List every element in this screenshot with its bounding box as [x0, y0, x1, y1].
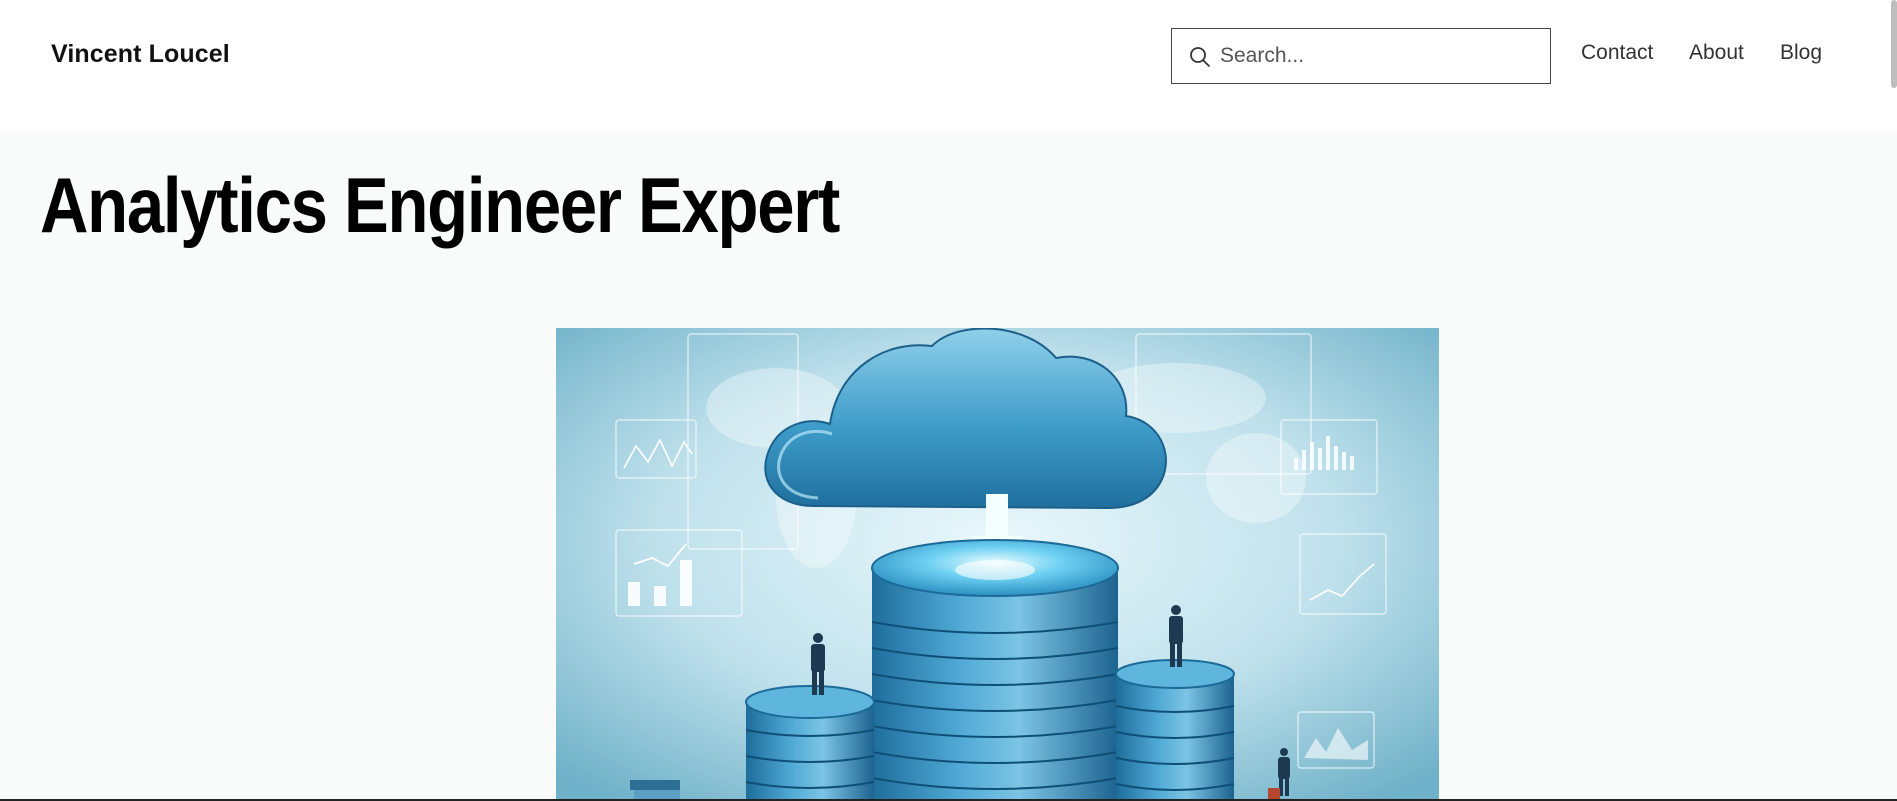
site-header: Vincent Loucel Contact About Blog — [0, 0, 1897, 131]
search-icon[interactable] — [1188, 45, 1212, 69]
central-database-stack — [871, 539, 1119, 801]
page-title: Analytics Engineer Expert — [40, 161, 840, 249]
hero-image — [556, 328, 1439, 801]
search-input[interactable] — [1220, 29, 1540, 82]
books-icon — [630, 780, 680, 800]
scrollbar-thumb[interactable] — [1891, 0, 1897, 88]
nav-about-link[interactable]: About — [1689, 41, 1744, 65]
nav-blog-link[interactable]: Blog — [1780, 41, 1822, 65]
cloud-database-illustration — [556, 328, 1439, 801]
search-box[interactable] — [1171, 28, 1551, 84]
right-database-stack — [1115, 659, 1235, 801]
site-brand[interactable]: Vincent Loucel — [51, 40, 230, 69]
left-database-stack — [745, 685, 875, 801]
nav-contact-link[interactable]: Contact — [1581, 41, 1653, 65]
